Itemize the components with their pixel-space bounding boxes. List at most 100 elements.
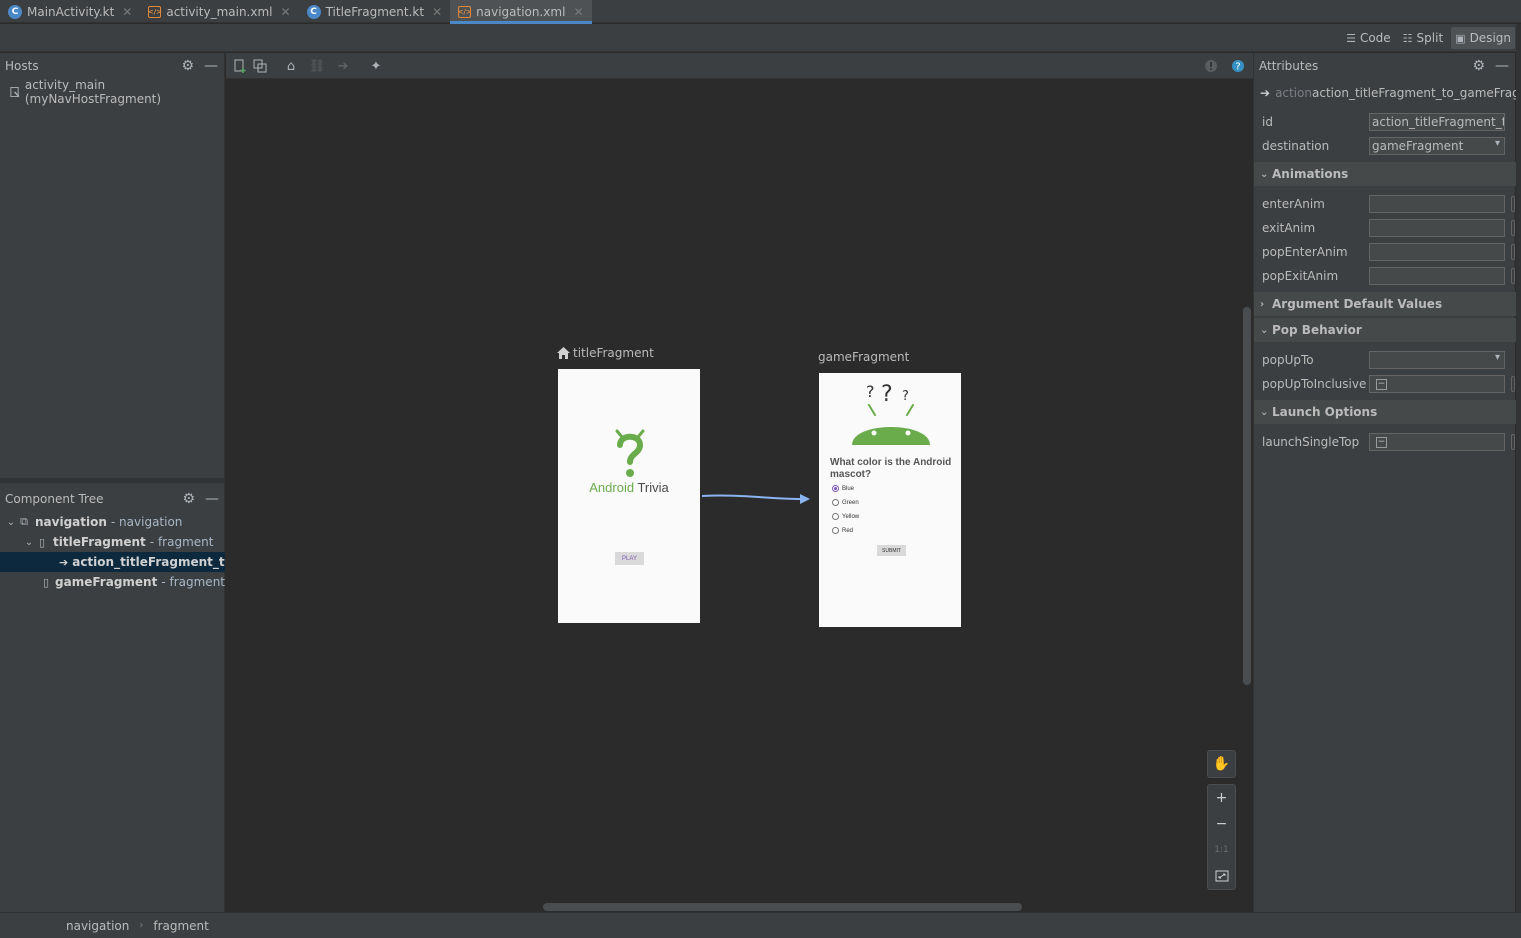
pop-exit-anim-field[interactable]	[1369, 267, 1505, 285]
design-mode-label: Design	[1469, 31, 1511, 45]
destination-label: destination	[1262, 139, 1330, 153]
argument-default-values-section[interactable]: › Argument Default Values	[1254, 292, 1516, 316]
component-tree-title: Component Tree	[5, 492, 104, 506]
question-mark-icon	[615, 429, 645, 477]
chevron-down-icon[interactable]: ⌄	[23, 537, 35, 548]
panel-splitter[interactable]	[0, 478, 225, 483]
enter-anim-label: enterAnim	[1262, 197, 1325, 211]
exit-anim-row: exitAnim	[1262, 218, 1515, 238]
title-fragment-screen[interactable]: Android Trivia PLAY	[558, 369, 700, 623]
kotlin-file-icon: C	[8, 4, 22, 19]
breadcrumb-item-navigation[interactable]: navigation	[66, 919, 129, 933]
indeterminate-checkbox-icon[interactable]: −	[1376, 378, 1387, 390]
nav-graph-canvas[interactable]: titleFragment Android Trivia PLAY gameFr…	[226, 80, 1253, 912]
gear-icon[interactable]: ⚙	[182, 491, 195, 507]
zoom-out-button[interactable]: −	[1208, 811, 1235, 837]
tree-row-game-fragment[interactable]: ▯ gameFragment - fragment	[0, 572, 225, 592]
link-icon[interactable]: ⛓	[308, 57, 326, 75]
minimize-icon[interactable]: —	[204, 58, 218, 74]
split-icon: ☷	[1402, 31, 1413, 45]
editor-tab-bar: C MainActivity.kt ✕ </> activity_main.xm…	[0, 0, 1521, 24]
host-item[interactable]: activity_main (myNavHostFragment)	[0, 78, 224, 106]
section-title: Animations	[1272, 167, 1349, 181]
resource-picker-button[interactable]	[1511, 244, 1515, 260]
id-field[interactable]: action_titleFragment_to_	[1369, 113, 1505, 131]
app-title: Android Trivia	[558, 480, 700, 495]
zoom-in-button[interactable]: +	[1208, 785, 1235, 811]
auto-arrange-icon[interactable]: ✦	[367, 57, 385, 75]
code-mode-label: Code	[1359, 31, 1391, 45]
tab-title-fragment[interactable]: C TitleFragment.kt ✕	[299, 0, 451, 23]
enter-anim-field[interactable]	[1369, 195, 1505, 213]
chevron-down-icon: ⌄	[1260, 324, 1269, 336]
pop-enter-anim-field[interactable]	[1369, 243, 1505, 261]
game-fragment-label[interactable]: gameFragment	[818, 350, 909, 364]
vertical-scrollbar[interactable]	[1243, 307, 1251, 685]
chevron-right-icon: ›	[1260, 298, 1265, 310]
minimize-icon[interactable]: —	[1495, 58, 1509, 74]
launch-options-section[interactable]: ⌄ Launch Options	[1254, 400, 1516, 424]
radio-option-yellow[interactable]: Yellow	[832, 513, 859, 520]
split-mode-button[interactable]: ☷ Split	[1399, 27, 1447, 49]
breadcrumb-item-fragment[interactable]: fragment	[153, 919, 209, 933]
new-destination-icon[interactable]	[231, 57, 249, 75]
pop-exit-anim-label: popExitAnim	[1262, 269, 1339, 283]
arrow-right-icon[interactable]: ➔	[334, 57, 352, 75]
destination-row: destination gameFragment	[1262, 136, 1514, 156]
code-mode-button[interactable]: ☰ Code	[1342, 27, 1395, 49]
close-icon[interactable]: ✕	[432, 5, 442, 19]
indeterminate-checkbox-icon[interactable]: −	[1376, 436, 1387, 448]
radio-option-blue[interactable]: Blue	[832, 485, 854, 492]
split-mode-label: Split	[1416, 31, 1444, 45]
resource-picker-button[interactable]	[1511, 434, 1515, 450]
hand-icon[interactable]: ✋	[1208, 751, 1235, 777]
warning-icon[interactable]	[1202, 57, 1220, 75]
svg-text:?: ?	[902, 389, 909, 404]
destination-dropdown[interactable]: gameFragment	[1369, 137, 1505, 155]
resource-picker-button[interactable]	[1511, 220, 1515, 236]
resource-picker-button[interactable]	[1511, 376, 1515, 392]
gear-icon[interactable]: ⚙	[1472, 58, 1485, 74]
resource-picker-button[interactable]	[1511, 268, 1515, 284]
nested-graph-icon[interactable]	[251, 57, 269, 75]
submit-button[interactable]: SUBMIT	[877, 545, 906, 556]
tree-row-action[interactable]: ➔ action_titleFragment_to_g	[0, 552, 225, 572]
tab-navigation-xml[interactable]: </> navigation.xml ✕	[450, 0, 592, 24]
resource-picker-button[interactable]	[1511, 196, 1515, 212]
horizontal-scrollbar[interactable]	[543, 903, 1022, 911]
zoom-actual-size-button[interactable]: 1:1	[1208, 837, 1235, 863]
action-arrow[interactable]	[700, 485, 812, 515]
arrow-right-icon: ➔	[59, 555, 69, 569]
radio-option-red[interactable]: Red	[832, 527, 853, 534]
pop-up-to-inclusive-field[interactable]: −	[1369, 375, 1505, 393]
game-fragment-screen[interactable]: ? ? ? What color is the Android mascot? …	[819, 373, 961, 627]
zoom-to-fit-icon[interactable]	[1208, 863, 1235, 889]
pop-behavior-section[interactable]: ⌄ Pop Behavior	[1254, 318, 1516, 342]
tree-row-type: - fragment	[161, 575, 225, 589]
pop-enter-anim-row: popEnterAnim	[1262, 242, 1515, 262]
help-icon[interactable]: ?	[1229, 57, 1247, 75]
title-fragment-label[interactable]: titleFragment	[557, 346, 654, 360]
tab-activity-main-xml[interactable]: </> activity_main.xml ✕	[140, 0, 298, 23]
design-mode-button[interactable]: ▣ Design	[1451, 27, 1515, 49]
home-icon[interactable]: ⌂	[282, 57, 300, 75]
code-icon: ☰	[1346, 31, 1356, 45]
radio-label: Red	[842, 527, 854, 534]
tree-row-title-fragment[interactable]: ⌄ ▯ titleFragment - fragment	[0, 532, 225, 552]
animations-section[interactable]: ⌄ Animations	[1254, 162, 1516, 186]
chevron-down-icon[interactable]: ⌄	[5, 517, 17, 528]
close-icon[interactable]: ✕	[122, 5, 132, 19]
minimize-icon[interactable]: —	[205, 491, 219, 507]
close-icon[interactable]: ✕	[281, 5, 291, 19]
pop-up-to-dropdown[interactable]	[1369, 351, 1505, 369]
gear-icon[interactable]: ⚙	[181, 58, 194, 74]
close-icon[interactable]: ✕	[573, 5, 583, 19]
section-title: Argument Default Values	[1272, 297, 1443, 311]
tab-main-activity[interactable]: C MainActivity.kt ✕	[0, 0, 140, 23]
play-button[interactable]: PLAY	[615, 552, 644, 565]
tree-row-navigation[interactable]: ⌄ ⧉ navigation - navigation	[0, 512, 225, 532]
launch-single-top-field[interactable]: −	[1369, 433, 1505, 451]
id-row: id action_titleFragment_to_	[1262, 112, 1514, 132]
exit-anim-field[interactable]	[1369, 219, 1505, 237]
radio-option-green[interactable]: Green	[832, 499, 859, 506]
